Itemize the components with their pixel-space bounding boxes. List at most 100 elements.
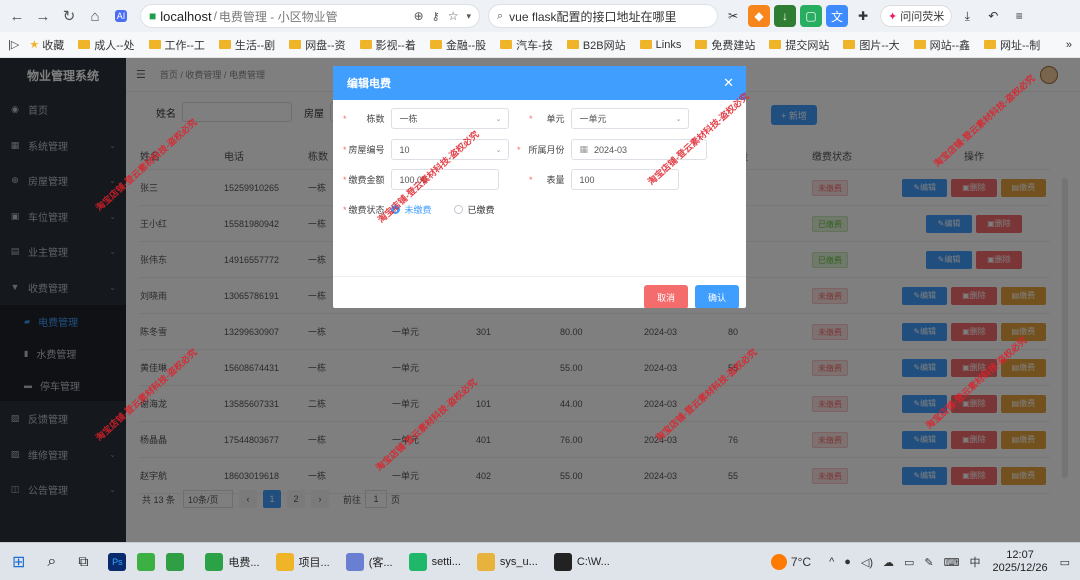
radio-paid[interactable]: 已缴费 bbox=[453, 203, 495, 216]
folder-icon bbox=[359, 40, 372, 49]
required-mark: * bbox=[517, 144, 521, 155]
required-mark: * bbox=[343, 174, 347, 185]
bookmark-item[interactable]: Links bbox=[639, 38, 682, 51]
bookmark-label: 汽车-技 bbox=[516, 39, 553, 52]
browser-search-box[interactable]: ⌕ vue flask配置的接口地址在哪里 bbox=[488, 4, 718, 28]
wenwen-button[interactable]: ✦ 问问荧米 bbox=[880, 5, 953, 27]
chevron-up-icon[interactable]: ^ bbox=[829, 556, 834, 568]
photoshop-icon[interactable]: Ps bbox=[108, 552, 127, 571]
menu-icon[interactable]: ≡ bbox=[1008, 5, 1030, 27]
forward-icon[interactable]: → bbox=[30, 3, 56, 29]
bookmark-item[interactable]: 金融--股 bbox=[429, 37, 486, 53]
folder-icon bbox=[695, 40, 708, 49]
unit-select[interactable]: 一单元 ⌄ bbox=[570, 108, 689, 129]
radio-paid-label: 已缴费 bbox=[467, 205, 495, 215]
taskbar-app[interactable]: setti... bbox=[405, 547, 465, 577]
pen-icon[interactable]: ✎ bbox=[924, 556, 933, 569]
secure-icon: ■ bbox=[149, 9, 157, 23]
clock-time: 12:07 bbox=[1006, 549, 1034, 561]
scissors-icon[interactable]: ✂ bbox=[722, 5, 744, 27]
bookmark-item[interactable]: 网盘--资 bbox=[289, 37, 346, 53]
chevron-down-icon[interactable]: ▾ bbox=[466, 11, 471, 22]
taskbar-app-label: (客... bbox=[368, 556, 393, 569]
bookmark-item[interactable]: 影视--着 bbox=[359, 37, 416, 53]
close-icon[interactable]: ✕ bbox=[723, 75, 734, 91]
address-bar[interactable]: ■ localhost / 电费管理 - 小区物业管 ⊕ ⚷ ☆ ▾ bbox=[140, 4, 480, 28]
fox-ext-icon[interactable]: ◆ bbox=[748, 5, 770, 27]
wenwen-label: 问问荧米 bbox=[900, 11, 945, 23]
weather-icon[interactable] bbox=[770, 554, 787, 570]
meter-label: 表量 bbox=[546, 175, 565, 185]
bookmark-item[interactable]: 网站--鑫 bbox=[913, 37, 970, 53]
bookmark-item[interactable]: 免费建站 bbox=[695, 37, 755, 53]
taskbar-app-label: C:\W... bbox=[576, 555, 610, 568]
keyboard-icon[interactable]: ⌨ bbox=[944, 556, 960, 569]
bookmark-item[interactable]: 生活--剧 bbox=[218, 37, 275, 53]
ai-icon[interactable]: AI bbox=[108, 3, 134, 29]
clock[interactable]: 12:07 2025/12/26 bbox=[993, 549, 1048, 575]
taskbar-app[interactable]: C:\W... bbox=[550, 547, 614, 577]
bookmark-item[interactable]: 汽车-技 bbox=[500, 37, 553, 53]
volume-icon[interactable]: ◁) bbox=[861, 556, 873, 569]
zoom-icon[interactable]: ⊕ bbox=[414, 9, 424, 23]
translate-ext-icon[interactable]: 文 bbox=[826, 5, 848, 27]
folder-icon bbox=[78, 40, 91, 49]
puzzle-icon[interactable]: ✚ bbox=[852, 5, 874, 27]
reload-icon[interactable]: ↻ bbox=[56, 3, 82, 29]
chat-ext-icon[interactable]: ▢ bbox=[800, 5, 822, 27]
bookmark-item[interactable]: 图片--大 bbox=[843, 37, 900, 53]
windows-start-icon[interactable]: ⊞ bbox=[8, 547, 29, 577]
folder-icon bbox=[566, 40, 579, 49]
download-icon[interactable]: ⤓ bbox=[956, 5, 978, 27]
home-icon[interactable]: ⌂ bbox=[82, 3, 108, 29]
app-icon bbox=[476, 552, 495, 571]
star-icon[interactable]: ☆ bbox=[448, 9, 459, 23]
bookmark-item[interactable]: 工作--工 bbox=[148, 37, 205, 53]
more-bookmarks-icon[interactable]: » bbox=[1066, 39, 1072, 51]
required-mark: * bbox=[343, 113, 347, 124]
penguin-icon[interactable]: ● bbox=[844, 556, 851, 568]
folder-icon bbox=[289, 40, 302, 49]
ime-indicator[interactable]: 中 bbox=[970, 554, 981, 570]
app-icon[interactable] bbox=[166, 552, 185, 571]
bookmark-label: 网站--鑫 bbox=[929, 39, 970, 52]
clock-date: 2025/12/26 bbox=[992, 562, 1048, 574]
bookmark-label: 成人--处 bbox=[94, 39, 135, 52]
cancel-button[interactable]: 取消 bbox=[644, 285, 688, 308]
edit-fee-dialog: 编辑电费 ✕ * 栋数 一栋 ⌄ * 单元 一单元 ⌄ * 房屋编号 10 ⌄ * 所… bbox=[333, 66, 746, 308]
display-icon[interactable]: ▭ bbox=[904, 556, 914, 569]
amount-label: 缴费金额 bbox=[348, 175, 385, 185]
bookmark-item[interactable]: 网址--制 bbox=[983, 37, 1040, 53]
bookmark-item[interactable]: 提交网站 bbox=[769, 37, 829, 53]
radio-dot bbox=[453, 205, 463, 214]
bldg-select[interactable]: 一栋 ⌄ bbox=[390, 108, 509, 129]
app-icon[interactable] bbox=[137, 552, 156, 571]
radio-unpaid-label: 未缴费 bbox=[404, 205, 432, 215]
notification-icon[interactable]: ▭ bbox=[1060, 556, 1070, 569]
dialog-title: 编辑电费 bbox=[333, 66, 746, 100]
bookmark-label: Links bbox=[655, 38, 682, 51]
folder-icon bbox=[769, 40, 782, 49]
taskbar-app[interactable]: sys_u... bbox=[473, 547, 542, 577]
bookmark-item[interactable]: 成人--处 bbox=[78, 37, 135, 53]
task-view-icon[interactable]: ⧉ bbox=[74, 547, 92, 577]
bookmark-item[interactable]: ★ 收藏 bbox=[29, 37, 64, 53]
url-sep: / bbox=[213, 9, 217, 23]
search-icon[interactable]: ⌕ bbox=[43, 547, 60, 577]
bookmarks-bar: |▷ ★ 收藏 成人--处 工作--工 生活--剧 网盘--资 影视--着 金融--股 汽车-技… bbox=[0, 32, 1080, 58]
cloud-icon[interactable]: ☁ bbox=[883, 556, 894, 569]
undo-icon[interactable]: ↶ bbox=[982, 5, 1004, 27]
tab-title: 电费管理 - 小区物业管 bbox=[218, 9, 338, 24]
back-icon[interactable]: ← bbox=[4, 3, 30, 29]
web-page: 物业管理系统 ◉首页▦系统管理⌄⊕房屋管理⌄▣车位管理⌄▤业主管理⌄▼收费管理⌄… bbox=[0, 58, 1080, 542]
bookmark-item[interactable]: B2B网站 bbox=[566, 37, 626, 53]
key-icon[interactable]: ⚷ bbox=[432, 10, 440, 23]
taskbar-app[interactable]: (客... bbox=[342, 547, 397, 577]
temperature: 7°C bbox=[790, 555, 812, 569]
folder-icon bbox=[843, 40, 856, 49]
taskbar-app[interactable]: 项目... bbox=[272, 547, 334, 577]
sidebar-toggle-icon[interactable]: |▷ bbox=[8, 38, 19, 51]
download-ext-icon[interactable]: ↓ bbox=[774, 5, 796, 27]
taskbar-app[interactable]: 电费... bbox=[201, 547, 263, 577]
confirm-button[interactable]: 确认 bbox=[695, 285, 739, 308]
